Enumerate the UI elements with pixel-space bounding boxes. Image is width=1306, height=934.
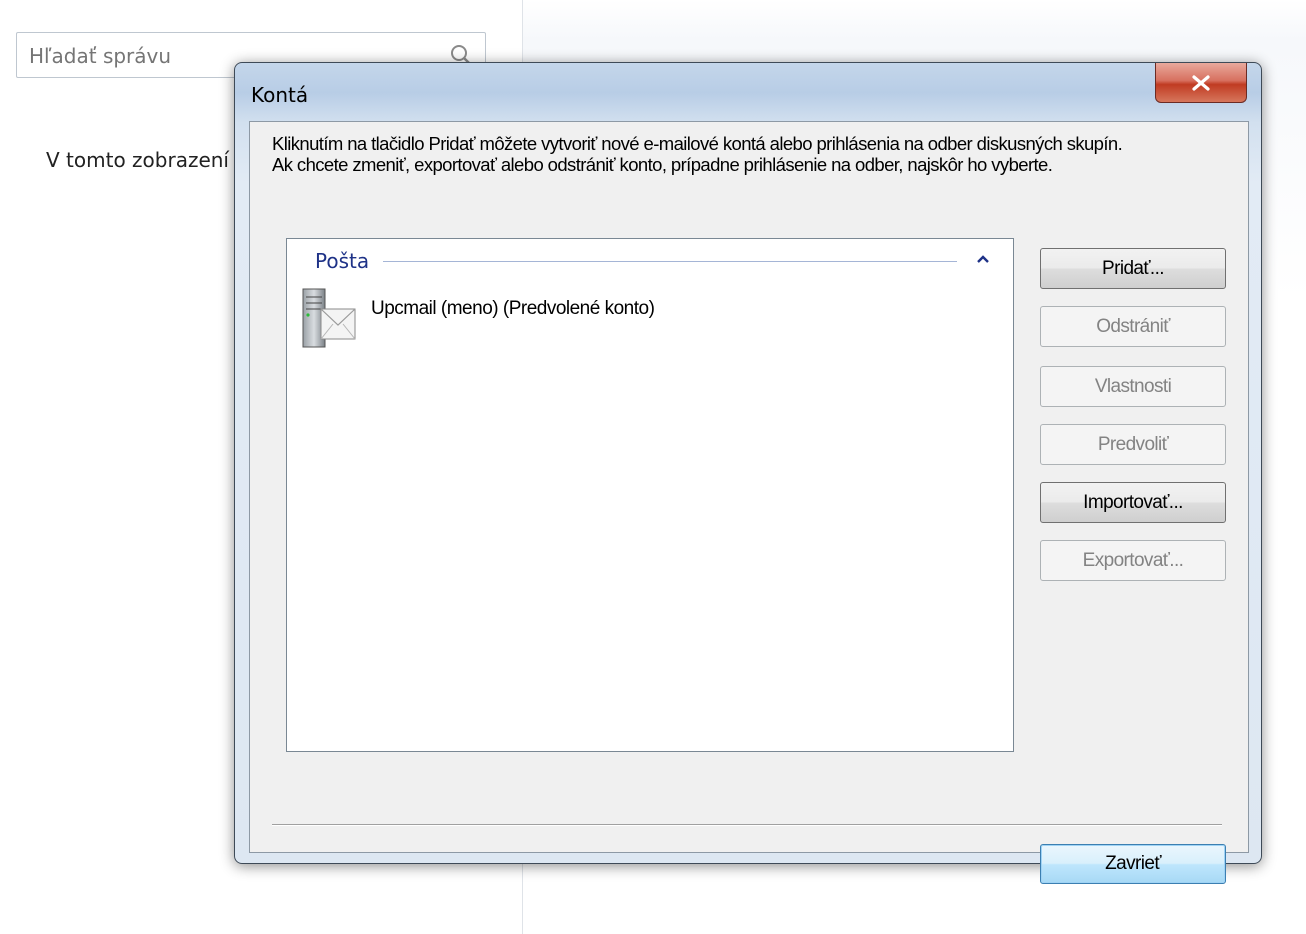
instructions: Kliknutím na tlačidlo Pridať môžete vytv… (272, 133, 1232, 175)
instruction-add: Kliknutím na tlačidlo Pridať môžete vytv… (272, 133, 1123, 154)
properties-button: Vlastnosti (1040, 366, 1226, 407)
accounts-dialog: Kontá Kliknutím na tlačidlo Pridať môžet… (234, 62, 1262, 884)
group-header-mail[interactable]: Pošta (315, 249, 369, 273)
close-icon (1192, 74, 1210, 91)
dialog-title: Kontá (251, 83, 309, 107)
dialog-content: Kliknutím na tlačidlo Pridať môžete vytv… (249, 121, 1249, 884)
account-item-upcmail[interactable]: Upcmail (meno) (Predvolené konto) (371, 297, 671, 320)
set-default-button: Predvoliť (1040, 424, 1226, 465)
add-button[interactable]: Pridať... (1040, 248, 1226, 289)
import-button[interactable]: Importovať... (1040, 482, 1226, 523)
mail-server-icon (302, 288, 356, 348)
export-button: Exportovať... (1040, 540, 1226, 581)
group-divider (383, 261, 957, 262)
empty-view-message: V tomto zobrazení (46, 148, 229, 172)
accounts-list[interactable]: Pošta Upcmail (meno) (Predvolené konto) (286, 238, 1014, 752)
close-window-button[interactable] (1155, 63, 1247, 103)
chevron-up-icon[interactable] (975, 253, 991, 265)
remove-button: Odstrániť (1040, 306, 1226, 347)
close-button[interactable]: Zavrieť (1040, 844, 1226, 884)
dialog-separator (272, 824, 1222, 826)
instruction-modify: Ak chcete zmeniť, exportovať alebo odstr… (272, 153, 1053, 175)
